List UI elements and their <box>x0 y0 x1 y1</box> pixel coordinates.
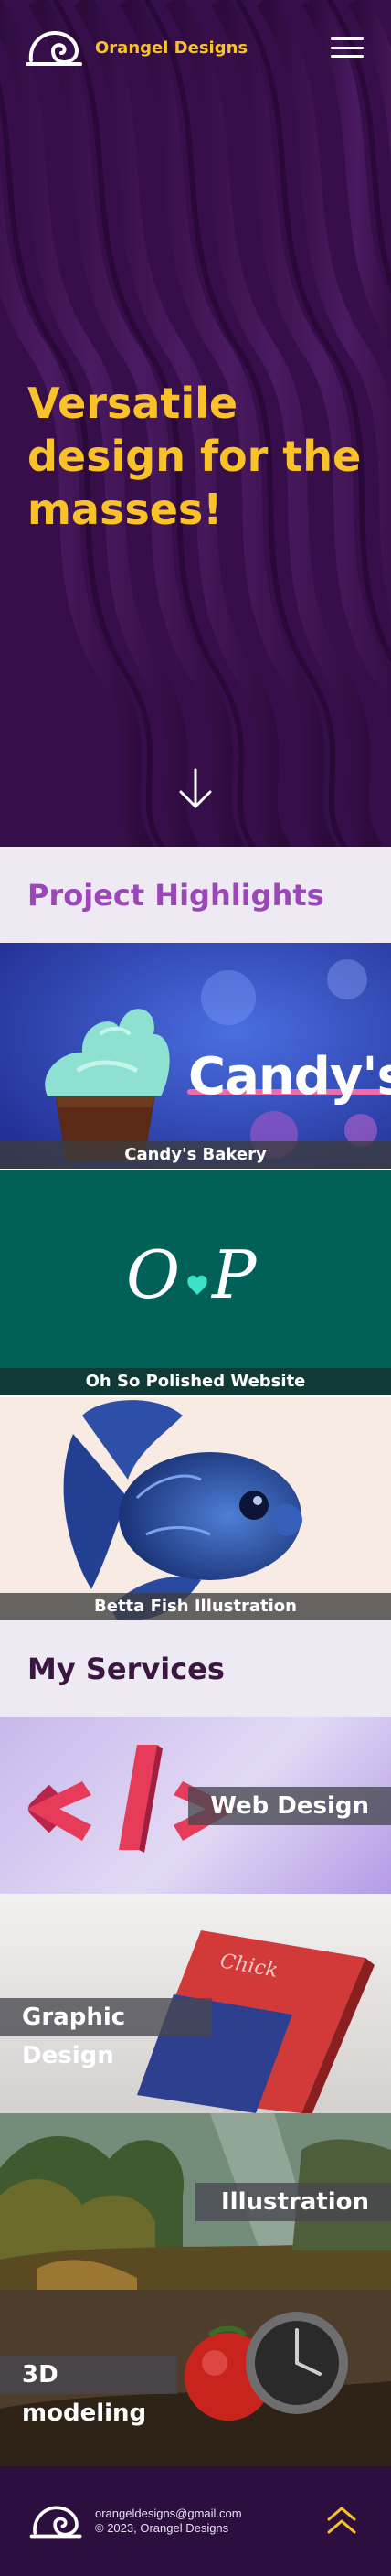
service-label: Graphic Design <box>0 1998 212 2069</box>
project-caption: Candy's Bakery <box>0 1141 391 1169</box>
service-label: 3D modeling <box>0 2356 177 2427</box>
spiral-snail-logo-icon[interactable] <box>29 2501 84 2541</box>
services-heading: My Services <box>0 1620 391 1717</box>
service-label: Web Design <box>188 1787 391 1825</box>
hamburger-menu-icon[interactable] <box>329 34 365 61</box>
arrow-down-icon[interactable] <box>177 768 214 810</box>
osp-logo-p: P <box>212 1236 257 1313</box>
menu-line <box>331 46 364 49</box>
projects-heading: Project Highlights <box>0 847 391 943</box>
project-caption: Betta Fish Illustration <box>0 1593 391 1620</box>
service-web-design[interactable]: Web Design <box>0 1717 391 1894</box>
project-card-betta-fish[interactable]: Betta Fish Illustration <box>0 1395 391 1620</box>
project-caption: Oh So Polished Website <box>0 1368 391 1395</box>
hero-section: Orangel Designs Versatile design for the… <box>0 0 391 847</box>
service-graphic-design[interactable]: Chick Graphic Design <box>0 1894 391 2113</box>
site-footer: orangeldesigns@gmail.com © 2023, Orangel… <box>0 2466 391 2576</box>
project-card-candys-bakery[interactable]: Candy's Candy's Bakery <box>0 943 391 1169</box>
brand-name[interactable]: Orangel Designs <box>95 38 248 58</box>
osp-logo-image <box>0 1170 391 1395</box>
candys-logo-text: Candy's <box>188 1047 391 1106</box>
osp-logo-o: O <box>126 1236 181 1313</box>
hero-title: Versatile design for the masses! <box>27 379 362 534</box>
service-3d-modeling[interactable]: 3D modeling <box>0 2290 391 2466</box>
chevron-up-icon[interactable] <box>323 2503 360 2539</box>
service-label: Illustration <box>196 2183 391 2221</box>
footer-email[interactable]: orangeldesigns@gmail.com <box>95 2507 242 2521</box>
menu-line <box>331 55 364 58</box>
menu-line <box>331 37 364 40</box>
footer-contact: orangeldesigns@gmail.com © 2023, Orangel… <box>95 2507 242 2536</box>
spiral-snail-logo-icon[interactable] <box>26 26 84 69</box>
project-card-oh-so-polished[interactable]: O P Oh So Polished Website <box>0 1169 391 1395</box>
site-header: Orangel Designs <box>0 0 391 95</box>
footer-copyright: © 2023, Orangel Designs <box>95 2521 229 2535</box>
service-illustration[interactable]: Illustration <box>0 2113 391 2290</box>
betta-fish-image <box>0 1397 391 1620</box>
